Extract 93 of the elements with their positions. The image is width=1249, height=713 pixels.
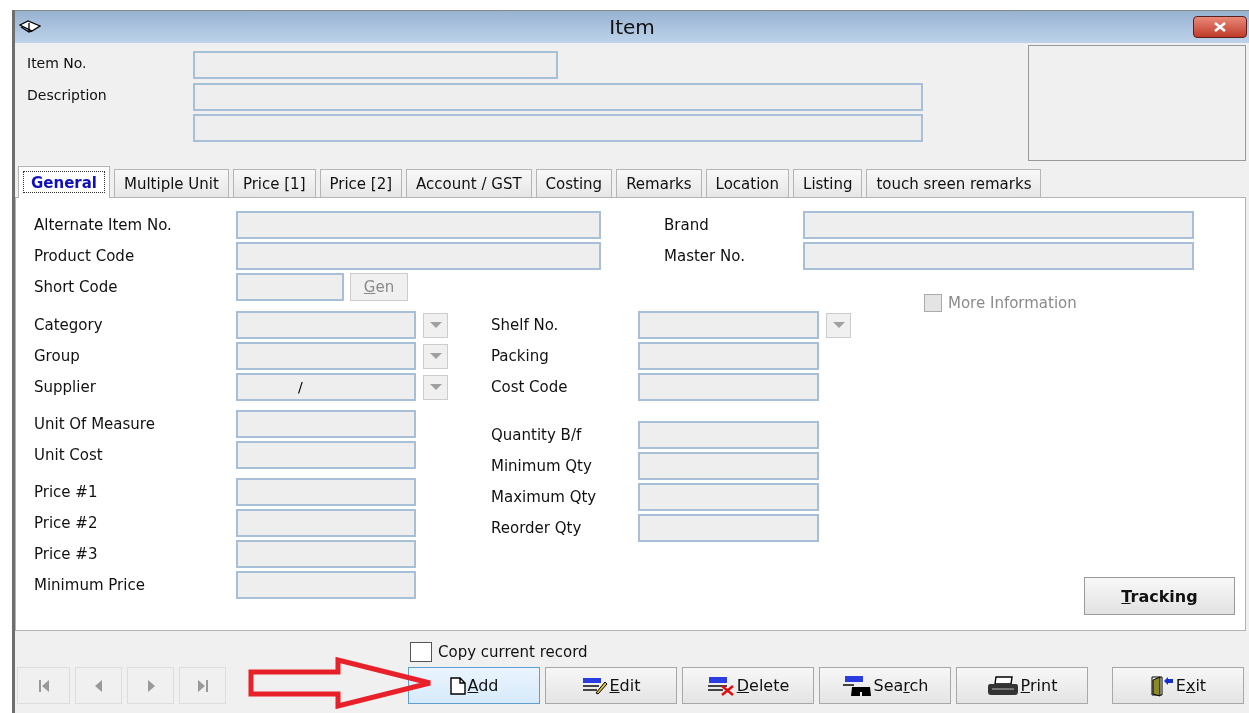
tab[interactable]: Location	[705, 169, 790, 197]
pencil-icon	[581, 676, 608, 695]
checkbox-label: Copy current record	[438, 643, 588, 661]
caret-icon	[429, 383, 442, 391]
field-label: Minimum Price	[34, 576, 146, 594]
field-label: Packing	[491, 347, 550, 365]
field-label: Alternate Item No.	[34, 216, 173, 234]
dropdown-arrow-button[interactable]	[423, 343, 448, 369]
input-field[interactable]	[236, 478, 416, 506]
input-field[interactable]	[193, 114, 923, 142]
tab[interactable]: touch sreen remarks	[866, 169, 1042, 197]
search-button[interactable]: Search	[819, 667, 951, 704]
input-field[interactable]	[638, 483, 819, 511]
dropdown-field[interactable]	[638, 311, 819, 339]
input-field[interactable]	[236, 540, 416, 568]
field-label: Price #1	[34, 483, 99, 501]
field-label: Unit Cost	[34, 446, 104, 464]
exit-door-icon	[1149, 674, 1174, 697]
previous-record-button[interactable]	[75, 667, 122, 704]
dropdown-arrow-button[interactable]	[423, 312, 448, 338]
input-field[interactable]	[803, 242, 1194, 270]
next-record-button[interactable]	[127, 667, 174, 704]
delete-button[interactable]: Delete	[682, 667, 814, 704]
printer-icon	[986, 675, 1019, 696]
last-icon	[196, 679, 209, 692]
field-label: Item No.	[27, 54, 88, 73]
binoculars-icon	[841, 674, 872, 697]
book-icon	[19, 20, 41, 34]
checkbox[interactable]	[410, 642, 432, 662]
input-field[interactable]	[638, 373, 819, 401]
field-label: Short Code	[34, 278, 119, 296]
page-icon	[449, 676, 466, 695]
field-label: Supplier	[34, 378, 97, 396]
input-field[interactable]	[193, 83, 923, 111]
input-field[interactable]	[236, 242, 601, 270]
tab[interactable]: Price [1]	[232, 169, 316, 197]
first-record-button[interactable]	[17, 667, 70, 704]
input-field[interactable]	[236, 509, 416, 537]
dropdown-field[interactable]	[236, 311, 416, 339]
dropdown-field[interactable]: /	[236, 373, 416, 401]
input-field[interactable]	[638, 452, 819, 480]
dropdown-field[interactable]	[236, 342, 416, 370]
input-field[interactable]	[638, 421, 819, 449]
next-icon	[146, 679, 155, 692]
tab[interactable]: Listing	[793, 169, 863, 197]
window-title: Item	[609, 15, 655, 39]
field-label: Maximum Qty	[491, 488, 598, 506]
print-button[interactable]: Print	[956, 667, 1088, 704]
input-field[interactable]	[236, 571, 416, 599]
close-button[interactable]	[1193, 16, 1247, 38]
field-label: Group	[34, 347, 81, 365]
checkbox-label: More Information	[948, 294, 1077, 312]
input-field[interactable]	[803, 211, 1194, 239]
field-label: Price #3	[34, 545, 99, 563]
field-label: Master No.	[664, 247, 746, 265]
first-icon	[37, 679, 50, 692]
tracking-button[interactable]: Tracking	[1084, 577, 1235, 615]
previous-icon	[94, 679, 103, 692]
input-field[interactable]	[638, 342, 819, 370]
add-button[interactable]: Add	[408, 667, 540, 704]
caret-icon	[832, 321, 845, 329]
tab[interactable]: Account / GST	[406, 169, 532, 197]
input-field[interactable]	[236, 211, 601, 239]
input-field[interactable]	[193, 51, 558, 79]
field-label: Description	[27, 86, 108, 105]
tab[interactable]: Remarks	[616, 169, 702, 197]
field-label: Brand	[664, 216, 710, 234]
delete-icon	[706, 675, 735, 696]
field-label: Cost Code	[491, 378, 569, 396]
tab[interactable]: Multiple Unit	[114, 169, 229, 197]
tab[interactable]: Price [2]	[319, 169, 403, 197]
caret-icon	[429, 321, 442, 329]
input-field[interactable]	[236, 273, 344, 301]
input-field[interactable]	[236, 441, 416, 469]
field-label: Product Code	[34, 247, 136, 265]
field-label: Shelf No.	[491, 316, 560, 334]
field-label: Minimum Qty	[491, 457, 593, 475]
edit-button[interactable]: Edit	[545, 667, 677, 704]
field-label: Reorder Qty	[491, 519, 583, 537]
input-field[interactable]	[236, 410, 416, 438]
last-record-button[interactable]	[179, 667, 226, 704]
field-label: Quantity B/f	[491, 426, 583, 444]
caret-icon	[429, 352, 442, 360]
close-icon	[1213, 22, 1227, 32]
dropdown-arrow-button[interactable]	[423, 374, 448, 400]
tab[interactable]: General	[18, 166, 110, 198]
field-label: Category	[34, 316, 104, 334]
input-field[interactable]	[638, 514, 819, 542]
field-label: Price #2	[34, 514, 99, 532]
dropdown-arrow-button[interactable]	[826, 312, 851, 338]
exit-button[interactable]: Exit	[1112, 667, 1244, 704]
field-label: Unit Of Measure	[34, 415, 156, 433]
tab[interactable]: Costing	[535, 169, 613, 197]
